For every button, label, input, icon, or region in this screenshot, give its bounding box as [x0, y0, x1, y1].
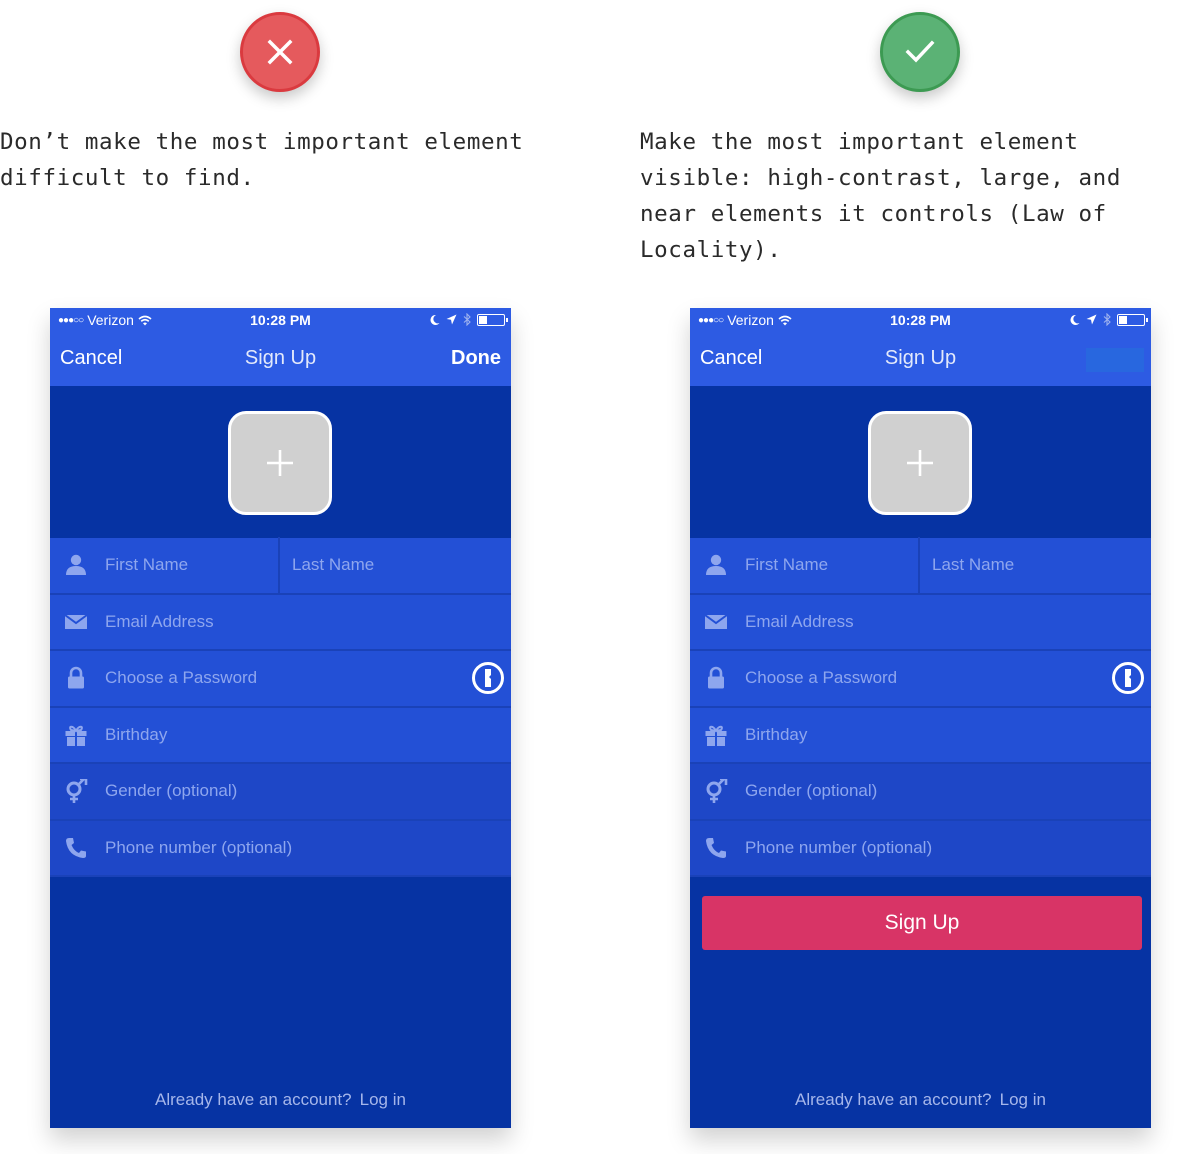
gender-icon	[64, 777, 88, 804]
phone-icon	[64, 836, 88, 860]
email-field[interactable]: Email Address	[690, 594, 1151, 651]
login-prompt: Already have an account? Log in	[690, 1090, 1151, 1110]
envelope-icon	[64, 610, 88, 634]
password-manager-icon[interactable]	[1111, 661, 1145, 695]
moon-icon	[1070, 314, 1080, 325]
done-button-placeholder	[1086, 348, 1144, 372]
location-arrow-icon	[446, 314, 457, 325]
x-icon	[267, 39, 293, 65]
phone-placeholder: Phone number (optional)	[105, 837, 293, 857]
email-field[interactable]: Email Address	[50, 594, 511, 651]
last-name-field[interactable]: Last Name	[920, 537, 1151, 594]
status-bar: ●●●○○ Verizon 10:28 PM	[50, 308, 511, 332]
bluetooth-icon	[463, 313, 471, 326]
add-photo-button[interactable]	[868, 411, 972, 515]
status-bar: ●●●○○ Verizon 10:28 PM	[690, 308, 1151, 332]
birthday-placeholder: Birthday	[745, 724, 808, 744]
first-name-field[interactable]: First Name	[690, 537, 920, 594]
correct-badge	[880, 12, 960, 92]
nav-bar: Cancel Sign Up	[690, 332, 1151, 386]
gender-field[interactable]: Gender (optional)	[690, 764, 1151, 821]
last-name-placeholder: Last Name	[932, 555, 1015, 575]
phone-placeholder: Phone number (optional)	[745, 837, 933, 857]
checkmark-icon	[905, 40, 935, 63]
moon-icon	[430, 314, 440, 325]
last-name-field[interactable]: Last Name	[280, 537, 511, 594]
page-title: Sign Up	[884, 347, 957, 369]
lock-icon	[64, 666, 88, 690]
battery-icon	[1117, 313, 1148, 326]
phone-number-field[interactable]: Phone number (optional)	[50, 820, 511, 877]
bluetooth-icon	[1103, 313, 1111, 326]
password-field[interactable]: Choose a Password	[50, 651, 511, 708]
phone-number-field[interactable]: Phone number (optional)	[690, 820, 1151, 877]
last-name-placeholder: Last Name	[292, 555, 375, 575]
bad-example-phone: ●●●○○ Verizon 10:28 PM Cancel Sign Up Do…	[50, 308, 511, 1128]
already-have-account-text: Already have an account?	[155, 1090, 352, 1109]
email-placeholder: Email Address	[105, 611, 214, 631]
login-link[interactable]: Log in	[1000, 1090, 1046, 1109]
plus-icon	[267, 450, 293, 476]
envelope-icon	[704, 610, 728, 634]
gift-icon	[704, 723, 728, 747]
first-name-field[interactable]: First Name	[50, 537, 280, 594]
nav-bar: Cancel Sign Up Done	[50, 332, 511, 386]
good-caption: Make the most important element visible:…	[640, 129, 1121, 263]
already-have-account-text: Already have an account?	[795, 1090, 992, 1109]
gender-field[interactable]: Gender (optional)	[50, 764, 511, 821]
name-row: First Name Last Name	[690, 537, 1151, 595]
location-arrow-icon	[1086, 314, 1097, 325]
add-photo-button[interactable]	[228, 411, 332, 515]
bad-caption: Don’t make the most important element di…	[0, 129, 524, 191]
avatar-section	[50, 386, 511, 538]
gift-icon	[64, 723, 88, 747]
password-field[interactable]: Choose a Password	[690, 651, 1151, 708]
page-title: Sign Up	[244, 347, 317, 369]
gender-placeholder: Gender (optional)	[745, 781, 878, 801]
done-button[interactable]: Done	[451, 347, 501, 370]
password-placeholder: Choose a Password	[745, 668, 898, 688]
avatar-section	[690, 386, 1151, 538]
name-row: First Name Last Name	[50, 537, 511, 595]
birthday-placeholder: Birthday	[105, 724, 168, 744]
login-link[interactable]: Log in	[360, 1090, 406, 1109]
person-icon	[64, 553, 88, 577]
person-icon	[704, 553, 728, 577]
sign-up-button[interactable]: Sign Up	[702, 896, 1142, 950]
birthday-field[interactable]: Birthday	[50, 707, 511, 764]
first-name-placeholder: First Name	[745, 555, 829, 575]
password-manager-icon[interactable]	[471, 661, 505, 695]
good-example-phone: ●●●○○ Verizon 10:28 PM Cancel Sign Up Fi…	[690, 308, 1151, 1128]
gender-placeholder: Gender (optional)	[105, 781, 238, 801]
login-prompt: Already have an account? Log in	[50, 1090, 511, 1110]
signup-form: First Name Last Name Email Address Choos…	[50, 537, 511, 877]
phone-icon	[704, 836, 728, 860]
first-name-placeholder: First Name	[105, 555, 189, 575]
signup-form: First Name Last Name Email Address Choos…	[690, 537, 1151, 877]
plus-icon	[907, 450, 933, 476]
incorrect-badge	[240, 12, 320, 92]
email-placeholder: Email Address	[745, 611, 854, 631]
battery-icon	[477, 313, 508, 326]
gender-icon	[704, 777, 728, 804]
lock-icon	[704, 666, 728, 690]
birthday-field[interactable]: Birthday	[690, 707, 1151, 764]
password-placeholder: Choose a Password	[105, 668, 258, 688]
